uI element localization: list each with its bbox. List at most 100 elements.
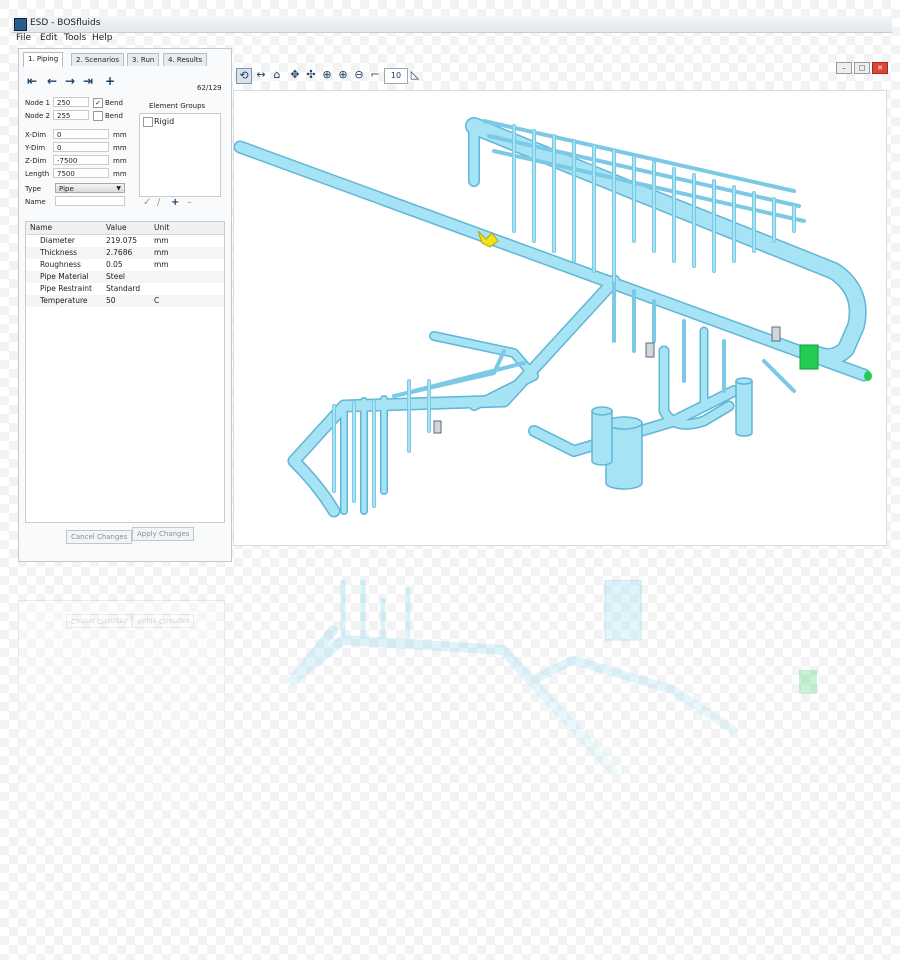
chevron-down-icon: ▼ bbox=[116, 185, 121, 192]
table-row[interactable]: Temperature 50 C bbox=[26, 295, 224, 307]
node1-label: Node 1 bbox=[25, 99, 50, 107]
tab-scenarios[interactable]: 2. Scenarios bbox=[71, 53, 124, 66]
node1-field[interactable]: 250 bbox=[53, 97, 89, 107]
add-group-icon[interactable]: + bbox=[171, 197, 179, 208]
name-label: Name bbox=[25, 198, 46, 206]
rigid-label: Rigid bbox=[154, 117, 175, 126]
prop-unit: C bbox=[154, 296, 160, 305]
zoom-icon[interactable]: ⊕ bbox=[320, 68, 334, 82]
table-row[interactable]: Roughness 0.05 mm bbox=[26, 259, 224, 271]
zdim-unit: mm bbox=[113, 157, 127, 165]
prop-value: 2.7686 bbox=[106, 248, 133, 257]
zdim-label: Z-Dim bbox=[25, 157, 47, 165]
menu-edit[interactable]: Edit bbox=[40, 33, 57, 43]
spin-icon[interactable]: 10 bbox=[384, 68, 408, 84]
prop-unit: mm bbox=[154, 236, 169, 245]
reflection: Cancel Changes Apply Changes bbox=[0, 560, 900, 960]
zoom-out-icon[interactable]: ⊖ bbox=[352, 68, 366, 82]
rigid-checkbox[interactable] bbox=[143, 117, 153, 127]
prop-value: 0.05 bbox=[106, 260, 123, 269]
element-groups-list: Rigid bbox=[139, 113, 221, 197]
prop-unit: mm bbox=[154, 248, 169, 257]
menu-tools[interactable]: Tools bbox=[64, 33, 86, 43]
apply-changes-button[interactable]: Apply Changes bbox=[132, 527, 195, 541]
first-icon[interactable]: ⇤ bbox=[27, 74, 37, 88]
prop-name: Pipe Material bbox=[40, 272, 89, 281]
name-field[interactable] bbox=[55, 196, 125, 206]
piping-model[interactable] bbox=[234, 91, 886, 545]
node1-bend-checkbox[interactable]: ✓ bbox=[93, 98, 103, 108]
tab-bar: 1. Piping 2. Scenarios 3. Run 4. Results bbox=[23, 52, 223, 67]
node-counter: 62/129 bbox=[197, 84, 222, 92]
title-bar: ESD - BOSfluids bbox=[12, 16, 892, 33]
prop-name: Thickness bbox=[40, 248, 78, 257]
reflected-panel bbox=[18, 600, 225, 842]
length-field[interactable]: 7500 bbox=[53, 168, 109, 178]
prop-name: Pipe Restraint bbox=[40, 284, 92, 293]
piping-panel: 1. Piping 2. Scenarios 3. Run 4. Results… bbox=[18, 48, 232, 562]
tab-results[interactable]: 4. Results bbox=[163, 53, 208, 66]
xdim-field[interactable]: 0 bbox=[53, 129, 109, 139]
endpoint-icon[interactable] bbox=[864, 371, 872, 381]
pan-icon[interactable]: ↔ bbox=[254, 68, 268, 82]
tab-piping[interactable]: 1. Piping bbox=[23, 52, 64, 67]
frame-icon[interactable]: ⌂ bbox=[270, 68, 284, 82]
app-window: ESD - BOSfluids – □ ✕ File Edit Tools He… bbox=[0, 0, 900, 960]
remove-group-icon[interactable]: – bbox=[187, 197, 192, 208]
view-toolbar: ⟲ ↔ ⌂ ✥ ✣ ⊕ ⊕ ⊖ ⌐ 10 ◺ bbox=[236, 68, 886, 86]
menu-bar: File Edit Tools Help bbox=[12, 32, 892, 44]
reflected-model bbox=[288, 580, 817, 775]
orbit-icon[interactable]: ✣ bbox=[304, 68, 318, 82]
flange-icon[interactable] bbox=[799, 344, 819, 370]
snap-icon[interactable]: ⌐ bbox=[368, 68, 382, 82]
table-header: Name Value Unit bbox=[26, 222, 224, 235]
type-label: Type bbox=[25, 185, 42, 193]
table-row[interactable]: Thickness 2.7686 mm bbox=[26, 247, 224, 259]
prop-name: Roughness bbox=[40, 260, 81, 269]
check-icon[interactable]: ✓ bbox=[143, 197, 151, 208]
zoom-in-icon[interactable]: ⊕ bbox=[336, 68, 350, 82]
window-title: ESD - BOSfluids bbox=[30, 18, 101, 28]
node2-bend-checkbox[interactable] bbox=[93, 111, 103, 121]
node2-label: Node 2 bbox=[25, 112, 50, 120]
menu-file[interactable]: File bbox=[16, 33, 31, 43]
prop-unit: mm bbox=[154, 260, 169, 269]
length-label: Length bbox=[25, 170, 50, 178]
ydim-field[interactable]: 0 bbox=[53, 142, 109, 152]
xdim-label: X-Dim bbox=[25, 131, 47, 139]
spin-value: 10 bbox=[390, 71, 402, 80]
table-row[interactable]: Pipe Restraint Standard bbox=[26, 283, 224, 295]
type-value: Pipe bbox=[59, 185, 74, 193]
table-row[interactable]: Pipe Material Steel bbox=[26, 271, 224, 283]
node2-bend-label: Bend bbox=[105, 112, 123, 120]
length-unit: mm bbox=[113, 170, 127, 178]
reflected-apply-button: Apply Changes bbox=[132, 614, 195, 628]
center-icon[interactable]: ✥ bbox=[288, 68, 302, 82]
next-icon[interactable]: → bbox=[65, 74, 75, 88]
add-icon[interactable]: + bbox=[105, 74, 115, 88]
prop-name: Temperature bbox=[40, 296, 88, 305]
tab-run[interactable]: 3. Run bbox=[127, 53, 160, 66]
element-groups-title: Element Groups bbox=[149, 102, 206, 110]
3d-viewport[interactable] bbox=[233, 90, 887, 546]
measure-icon[interactable]: ◺ bbox=[408, 68, 422, 82]
cancel-changes-button[interactable]: Cancel Changes bbox=[66, 530, 133, 544]
ydim-label: Y-Dim bbox=[25, 144, 46, 152]
col-name: Name bbox=[30, 223, 53, 232]
edit-icon[interactable]: / bbox=[157, 197, 160, 208]
prop-value: 219.075 bbox=[106, 236, 138, 245]
prop-value: 50 bbox=[106, 296, 116, 305]
table-row[interactable]: Diameter 219.075 mm bbox=[26, 235, 224, 247]
col-value: Value bbox=[106, 223, 127, 232]
last-icon[interactable]: ⇥ bbox=[83, 74, 93, 88]
node1-bend-label: Bend bbox=[105, 99, 123, 107]
menu-help[interactable]: Help bbox=[92, 33, 113, 43]
prop-value: Standard bbox=[106, 284, 141, 293]
node2-field[interactable]: 255 bbox=[53, 110, 89, 120]
prop-name: Diameter bbox=[40, 236, 76, 245]
prev-icon[interactable]: ← bbox=[47, 74, 57, 88]
type-select[interactable]: Pipe ▼ bbox=[55, 183, 125, 193]
ydim-unit: mm bbox=[113, 144, 127, 152]
rotate-icon[interactable]: ⟲ bbox=[236, 68, 252, 84]
zdim-field[interactable]: -7500 bbox=[53, 155, 109, 165]
